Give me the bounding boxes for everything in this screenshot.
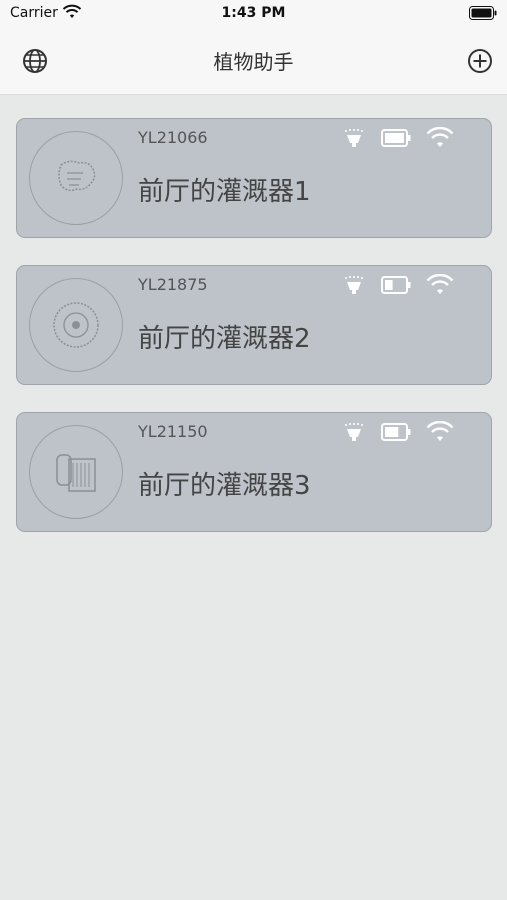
device-avatar bbox=[29, 278, 123, 372]
battery-level-icon bbox=[381, 129, 411, 147]
device-avatar bbox=[29, 131, 123, 225]
device-name: 前厅的灌溉器1 bbox=[138, 177, 311, 207]
device-avatar bbox=[29, 425, 123, 519]
device-serial: YL21150 bbox=[138, 422, 208, 441]
irrigator-image-icon bbox=[58, 160, 96, 192]
battery-level-icon bbox=[381, 423, 411, 441]
device-serial: YL21875 bbox=[138, 275, 208, 294]
add-circle-icon[interactable] bbox=[465, 46, 495, 76]
status-time: 1:43 PM bbox=[221, 5, 286, 21]
wifi-signal-icon bbox=[426, 421, 454, 441]
device-card[interactable]: YL21875 前厅的灌溉器2 bbox=[16, 265, 492, 385]
device-card[interactable]: YL21150 前厅的灌溉器3 bbox=[16, 412, 492, 532]
irrigator-image-icon bbox=[53, 302, 99, 348]
status-bar: Carrier 1:43 PM bbox=[0, 0, 507, 30]
wifi-signal-icon bbox=[426, 274, 454, 294]
navigation-bar: 植物助手 bbox=[0, 30, 507, 95]
device-serial: YL21066 bbox=[138, 128, 208, 147]
sprinkler-icon bbox=[345, 276, 363, 294]
battery-level-icon bbox=[381, 276, 411, 294]
wifi-signal-icon bbox=[426, 127, 454, 147]
device-list: YL21066 前厅的灌溉器1 YL21875 前厅的灌溉器2 YL21150 … bbox=[16, 118, 492, 559]
device-name: 前厅的灌溉器3 bbox=[138, 471, 311, 501]
device-card[interactable]: YL21066 前厅的灌溉器1 bbox=[16, 118, 492, 238]
irrigator-image-icon bbox=[56, 454, 96, 492]
sprinkler-icon bbox=[345, 423, 363, 441]
device-name: 前厅的灌溉器2 bbox=[138, 324, 311, 354]
page-title: 植物助手 bbox=[213, 50, 294, 74]
battery-status-icon bbox=[469, 6, 497, 20]
sprinkler-icon bbox=[345, 129, 363, 147]
